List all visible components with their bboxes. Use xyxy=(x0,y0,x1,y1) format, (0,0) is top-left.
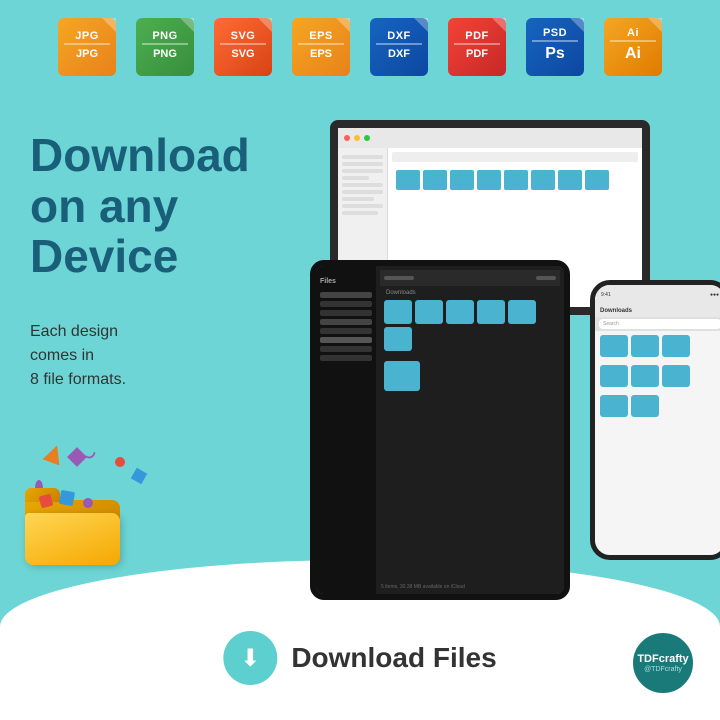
traffic-light-green xyxy=(364,135,370,141)
file-icon-pdf: PDF PDF xyxy=(443,18,511,76)
subheadline-block: Each design comes in 8 file formats. xyxy=(30,320,126,392)
svg-ext-bottom: SVG xyxy=(231,48,254,60)
eps-icon-graphic: EPS EPS xyxy=(292,18,350,76)
jpg-icon-graphic: JPG JPG xyxy=(58,18,116,76)
file-icon-svg: SVG SVG xyxy=(209,18,277,76)
folder-illustration: 〜 xyxy=(15,465,145,575)
phone-device: 9:41 ●●● Downloads Search xyxy=(590,280,720,560)
tablet-folder xyxy=(384,327,412,351)
phone-folder xyxy=(631,365,659,387)
monitor-folder xyxy=(531,170,555,190)
tablet-folder xyxy=(477,300,505,324)
traffic-light-yellow xyxy=(354,135,360,141)
gem-blue xyxy=(131,468,147,484)
file-icon-png: PNG PNG xyxy=(131,18,199,76)
monitor-folder xyxy=(477,170,501,190)
phone-folder xyxy=(662,365,690,387)
monitor-folder xyxy=(423,170,447,190)
brand-handle: @TDFcrafty xyxy=(644,666,682,673)
tablet-folder xyxy=(446,300,474,324)
headline-block: Download on any Device xyxy=(30,130,250,282)
phone-folder xyxy=(600,365,628,387)
tablet-screen: Files Down xyxy=(316,266,564,594)
squiggle-decoration: 〜 xyxy=(70,437,102,475)
file-icon-dxf: DXF DXF xyxy=(365,18,433,76)
traffic-light-red xyxy=(344,135,350,141)
ai-ext-top: Ai xyxy=(627,27,639,39)
phone-folder xyxy=(631,395,659,417)
pdf-ext-top: PDF xyxy=(465,30,489,42)
jpg-ext-bottom: JPG xyxy=(76,48,98,60)
eps-ext-bottom: EPS xyxy=(310,48,332,60)
phone-screen: 9:41 ●●● Downloads Search xyxy=(595,285,720,555)
tablet-folder xyxy=(508,300,536,324)
folder-front xyxy=(25,513,120,565)
png-icon-graphic: PNG PNG xyxy=(136,18,194,76)
phone-section-2 xyxy=(595,361,720,391)
tablet-device: Files Down xyxy=(310,260,570,600)
headline-line3: Device xyxy=(30,231,250,282)
phone-section-1 xyxy=(595,331,720,361)
spill-item-blue xyxy=(59,490,75,506)
headline-line1: Download xyxy=(30,130,250,181)
file-icon-eps: EPS EPS xyxy=(287,18,355,76)
download-label: Download Files xyxy=(291,642,496,674)
eps-ext-top: EPS xyxy=(309,30,333,42)
download-arrow-icon: ⬇ xyxy=(240,644,260,673)
phone-topbar: 9:41 ●●● xyxy=(595,285,720,305)
tablet-folder xyxy=(415,300,443,324)
download-section: ⬇ Download Files xyxy=(223,631,496,685)
psd-icon-graphic: PSD Ps xyxy=(526,18,584,76)
pdf-ext-bottom: PDF xyxy=(466,48,488,60)
dxf-icon-graphic: DXF DXF xyxy=(370,18,428,76)
monitor-folder xyxy=(558,170,582,190)
dxf-ext-top: DXF xyxy=(387,30,411,42)
svg-icon-graphic: SVG SVG xyxy=(214,18,272,76)
monitor-folder xyxy=(450,170,474,190)
ai-ext-bottom: Ai xyxy=(625,45,641,63)
file-icon-ai: Ai Ai xyxy=(599,18,667,76)
ai-icon-graphic: Ai Ai xyxy=(604,18,662,76)
jpg-ext-top: JPG xyxy=(75,30,99,42)
monitor-folder xyxy=(504,170,528,190)
phone-folder xyxy=(662,335,690,357)
phone-folder xyxy=(631,335,659,357)
tablet-folder xyxy=(384,300,412,324)
gem-orange xyxy=(42,442,65,465)
phone-folder xyxy=(600,335,628,357)
file-icon-jpg: JPG JPG xyxy=(53,18,121,76)
dxf-ext-bottom: DXF xyxy=(388,48,410,60)
tablet-topbar xyxy=(380,270,560,286)
file-formats-row: JPG JPG PNG PNG SVG SVG EPS EPS xyxy=(0,0,720,86)
devices-area: Files Down xyxy=(310,120,720,600)
brand-badge: TDFcrafty @TDFcrafty xyxy=(631,631,695,695)
brand-name: TDFcrafty xyxy=(637,653,688,666)
main-container: JPG JPG PNG PNG SVG SVG EPS EPS xyxy=(0,0,720,720)
phone-folder xyxy=(600,395,628,417)
download-icon-circle[interactable]: ⬇ xyxy=(223,631,277,685)
svg-ext-top: SVG xyxy=(231,30,256,42)
psd-ext-top: PSD xyxy=(543,27,567,39)
headline-line2: on any xyxy=(30,181,250,232)
monitor-folder xyxy=(396,170,420,190)
gem-red xyxy=(115,457,125,467)
pdf-icon-graphic: PDF PDF xyxy=(448,18,506,76)
tablet-folder-large xyxy=(384,361,420,391)
phone-section-3 xyxy=(595,391,720,421)
psd-ext-bottom: Ps xyxy=(545,45,565,63)
png-ext-bottom: PNG xyxy=(153,48,177,60)
file-icon-psd: PSD Ps xyxy=(521,18,589,76)
monitor-folder xyxy=(585,170,609,190)
png-ext-top: PNG xyxy=(152,30,177,42)
subheadline-line1: Each design comes in 8 file formats. xyxy=(30,320,126,392)
